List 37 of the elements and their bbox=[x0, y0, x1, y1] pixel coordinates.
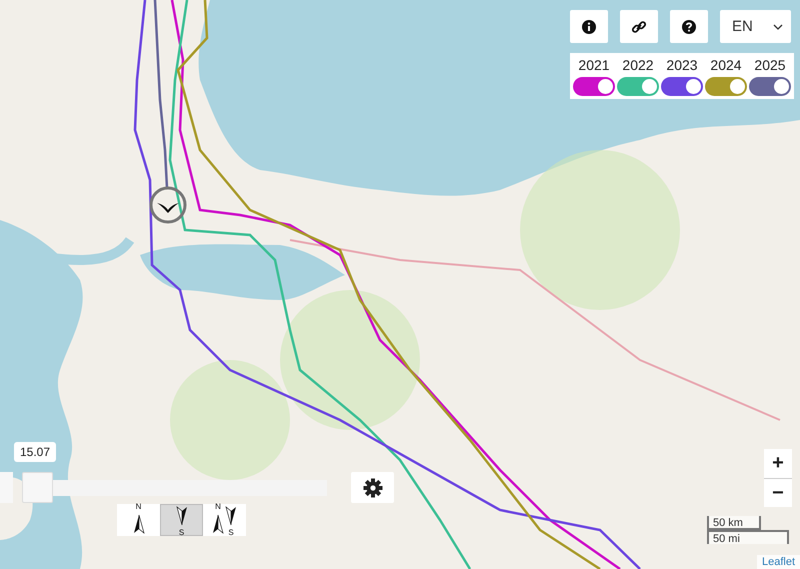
toggle-knob[interactable] bbox=[686, 79, 701, 94]
link-button[interactable] bbox=[620, 10, 658, 43]
year-label: 2023 bbox=[666, 57, 698, 73]
year-label: 2025 bbox=[754, 57, 786, 73]
compass-mode-button[interactable]: N S bbox=[203, 504, 246, 536]
language-select[interactable]: EN bbox=[720, 10, 791, 43]
slider-thumb[interactable] bbox=[22, 472, 53, 503]
year-label: 2024 bbox=[710, 57, 742, 73]
chevron-down-icon bbox=[773, 24, 783, 30]
settings-button[interactable] bbox=[351, 472, 394, 503]
compass-mode-button[interactable]: S bbox=[160, 504, 203, 536]
toggle-knob[interactable] bbox=[642, 79, 657, 94]
year-toggle[interactable] bbox=[661, 77, 703, 96]
info-button[interactable] bbox=[570, 10, 608, 43]
attribution-link[interactable]: Leaflet bbox=[756, 555, 800, 569]
compass-mode-button[interactable]: N bbox=[117, 504, 160, 536]
zoom-out-button[interactable]: − bbox=[764, 478, 792, 507]
toggle-knob[interactable] bbox=[730, 79, 745, 94]
date-tooltip: 15.07 bbox=[14, 442, 56, 462]
link-icon bbox=[631, 18, 647, 34]
time-slider[interactable] bbox=[22, 472, 327, 503]
scale-bar: 50 km bbox=[707, 516, 761, 530]
year-toggle[interactable] bbox=[705, 77, 747, 96]
year-label: 2022 bbox=[622, 57, 654, 73]
year-toggle[interactable] bbox=[749, 77, 791, 96]
year-toggle[interactable] bbox=[617, 77, 659, 96]
settings-icon bbox=[362, 478, 382, 498]
bird-marker-icon bbox=[149, 186, 187, 224]
toggle-knob[interactable] bbox=[774, 79, 789, 94]
year-label: 2021 bbox=[578, 57, 610, 73]
help-button[interactable] bbox=[670, 10, 708, 43]
toggle-knob[interactable] bbox=[598, 79, 613, 94]
help-icon bbox=[681, 18, 697, 34]
slider-edge bbox=[0, 472, 13, 503]
info-icon bbox=[581, 18, 597, 34]
scale-bar: 50 mi bbox=[707, 530, 789, 544]
year-toggle[interactable] bbox=[573, 77, 615, 96]
